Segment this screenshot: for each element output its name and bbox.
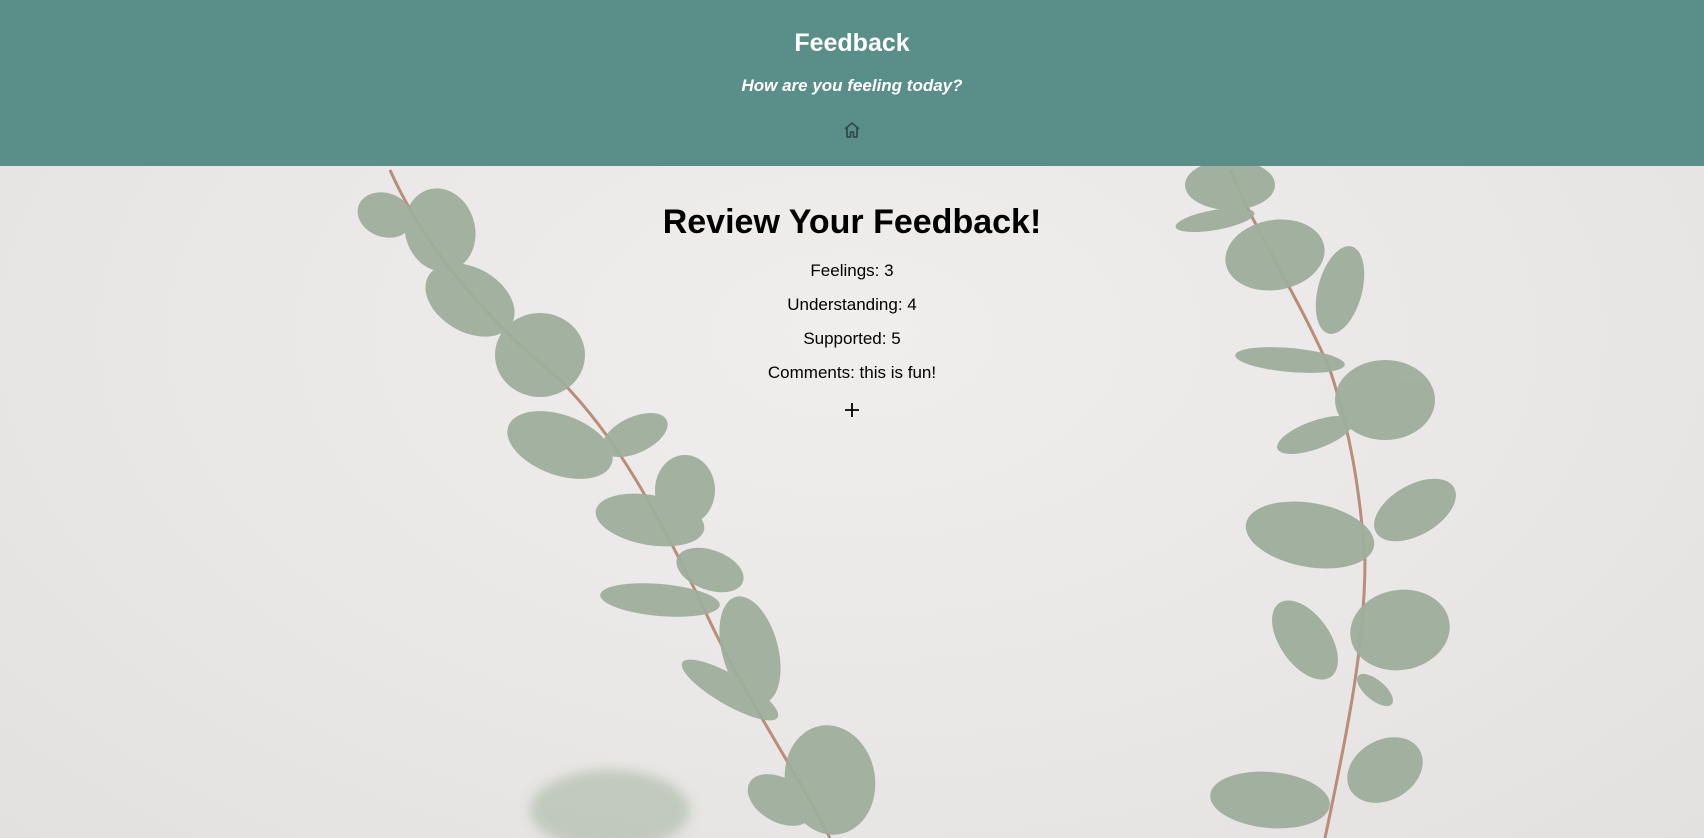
feelings-value: Feelings: 3: [810, 261, 894, 280]
home-icon: [844, 122, 860, 138]
understanding-value: Understanding: 4: [787, 295, 917, 314]
home-button[interactable]: [842, 120, 862, 140]
add-feedback-button[interactable]: [842, 400, 862, 420]
comments-value: Comments: this is fun!: [767, 363, 937, 382]
plus-icon: [845, 403, 859, 417]
supported-value: Supported: 5: [803, 329, 901, 348]
app-header: Feedback How are you feeling today?: [0, 0, 1704, 166]
review-title: Review Your Feedback!: [662, 203, 1042, 241]
header-tagline: How are you feeling today?: [741, 76, 963, 95]
app-title: Feedback: [794, 29, 910, 57]
